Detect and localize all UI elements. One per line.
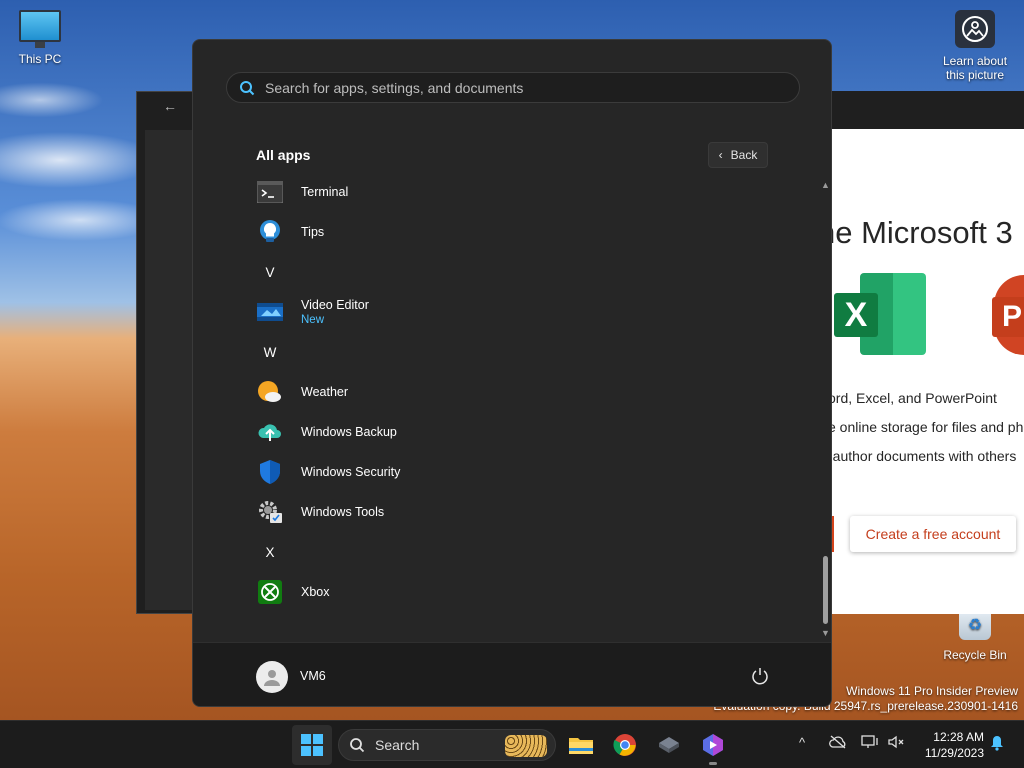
cube-icon: [659, 737, 679, 753]
start-button[interactable]: [292, 725, 332, 765]
start-menu: All apps ‹ Back Terminal Tips V Video: [192, 39, 832, 707]
clock-date: 11/29/2023: [924, 746, 984, 760]
desktop-icon-learn-about-picture[interactable]: Learn about this picture: [935, 10, 1015, 82]
cloud-offline-icon[interactable]: [829, 735, 847, 752]
search-highlight-image: [505, 735, 547, 757]
app-item-tips[interactable]: Tips: [249, 212, 789, 252]
create-account-button[interactable]: Create a free account: [850, 516, 1016, 552]
app-item-video-editor[interactable]: Video Editor New: [249, 292, 789, 332]
taskbar-chrome[interactable]: [609, 729, 641, 761]
video-editor-icon: [257, 299, 283, 325]
start-search-box[interactable]: [226, 72, 800, 103]
start-menu-footer: VM6: [193, 642, 831, 706]
tips-icon: [257, 219, 283, 245]
power-icon: [752, 668, 768, 685]
promo-heading: he Microsoft 3: [832, 215, 1013, 250]
running-indicator: [709, 762, 717, 765]
taskbar-app-cube[interactable]: [653, 729, 685, 761]
app-item-windows-backup[interactable]: Windows Backup: [249, 412, 789, 452]
powerpoint-letter-icon: P: [992, 297, 1024, 337]
desktop-icon-label: Recycle Bin: [943, 648, 1007, 662]
app-name: Video Editor New: [301, 298, 369, 326]
desktop-icon-recycle-bin[interactable]: ♻ Recycle Bin: [940, 610, 1010, 662]
section-letter-v[interactable]: V: [257, 252, 283, 292]
search-icon: [350, 738, 365, 753]
taskbar: Search ^ 12:28 AM 11/29/2023: [0, 720, 1024, 768]
back-button-label: Back: [730, 148, 758, 162]
app-item-weather[interactable]: Weather: [249, 372, 789, 412]
app-name: Xbox: [301, 585, 330, 599]
power-button[interactable]: [749, 665, 771, 687]
app-item-xbox[interactable]: Xbox: [249, 572, 789, 612]
volume-muted-icon[interactable]: [887, 735, 905, 752]
weather-icon: [257, 379, 283, 405]
shield-icon: [257, 459, 283, 485]
folder-icon: [569, 738, 593, 754]
computer-icon: [19, 10, 61, 48]
sign-in-button-edge[interactable]: [832, 516, 834, 552]
back-button[interactable]: ‹ Back: [708, 142, 768, 168]
notification-bell-icon[interactable]: [989, 735, 1005, 754]
clock-time: 12:28 AM: [933, 730, 984, 744]
start-search-input[interactable]: [265, 79, 799, 96]
user-name[interactable]: VM6: [300, 669, 326, 683]
chrome-icon: [613, 734, 636, 756]
app-name: Weather: [301, 385, 349, 399]
back-arrow-icon[interactable]: ←: [163, 98, 177, 114]
new-badge: New: [301, 314, 325, 326]
excel-logo-icon: X: [834, 273, 926, 355]
desktop-icon-this-pc[interactable]: This PC: [12, 10, 68, 66]
section-letter-w[interactable]: W: [257, 332, 283, 372]
all-apps-title: All apps: [256, 147, 311, 163]
recycle-bin-icon: ♻: [959, 610, 991, 640]
app-name: Tips: [301, 225, 325, 239]
video-editor-taskbar-icon: [703, 734, 723, 756]
app-item-windows-security[interactable]: Windows Security: [249, 452, 789, 492]
app-name: Windows Tools: [301, 505, 385, 519]
chevron-left-icon: ‹: [718, 148, 723, 162]
desktop-icon-label: This PC: [18, 52, 62, 66]
feature-text: e online storage for files and ph: [832, 419, 1024, 435]
taskbar-search[interactable]: Search: [338, 729, 556, 761]
section-letter-x[interactable]: X: [257, 532, 283, 572]
windows-logo-icon: [301, 734, 323, 756]
search-icon: [240, 80, 255, 95]
app-list-scrollbar[interactable]: ▲ ▼: [821, 180, 831, 640]
xbox-icon: [257, 579, 283, 605]
app-name: Windows Security: [301, 465, 401, 479]
scroll-thumb[interactable]: [823, 556, 828, 624]
camera-icon: [955, 10, 995, 48]
taskbar-search-label: Search: [375, 737, 420, 753]
background-window-microsoft365: he Microsoft 3 X P ord, Excel, and Power…: [832, 91, 1024, 614]
app-name-text: Video Editor: [301, 298, 369, 312]
terminal-icon: [257, 179, 283, 205]
taskbar-video-editor[interactable]: [697, 729, 729, 765]
chevron-up-icon[interactable]: ^: [799, 735, 805, 750]
network-icon[interactable]: [861, 735, 879, 752]
user-avatar[interactable]: [256, 661, 288, 693]
app-name: Terminal: [301, 185, 349, 199]
scroll-up-arrow-icon[interactable]: ▲: [821, 180, 830, 190]
feature-text: ord, Excel, and PowerPoint: [832, 390, 997, 406]
gear-icon: [257, 499, 283, 525]
user-icon: [264, 670, 280, 686]
background-window-left: ←: [136, 91, 196, 614]
app-item-terminal[interactable]: Terminal: [249, 172, 789, 212]
desktop-icon-label: Learn about this picture: [942, 54, 1008, 82]
taskbar-file-explorer[interactable]: [565, 729, 597, 761]
feature-text: -author documents with others: [832, 448, 1017, 464]
app-item-windows-tools[interactable]: Windows Tools: [249, 492, 789, 532]
window-content: he Microsoft 3 X P ord, Excel, and Power…: [832, 129, 1024, 614]
scroll-down-arrow-icon[interactable]: ▼: [821, 628, 830, 638]
app-name: Windows Backup: [301, 425, 397, 439]
windows-backup-icon: [257, 419, 283, 445]
window-content: [145, 130, 195, 610]
taskbar-clock[interactable]: 12:28 AM 11/29/2023: [912, 729, 984, 761]
